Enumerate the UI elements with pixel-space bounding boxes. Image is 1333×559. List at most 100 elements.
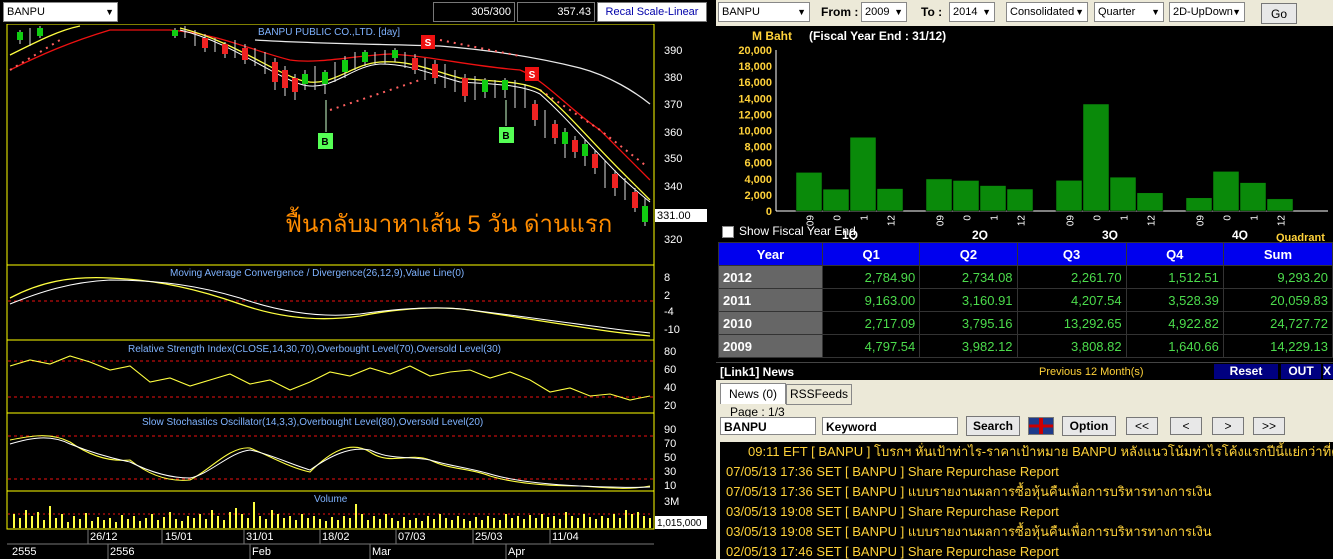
price-chart-title: BANPU PUBLIC CO.,LTD. [day] — [258, 27, 400, 38]
list-item[interactable]: 07/05/13 17:36 SET [ BANPU ] Share Repur… — [726, 462, 1333, 482]
list-item[interactable]: 03/05/13 19:08 SET [ BANPU ] Share Repur… — [726, 502, 1333, 522]
tab-rssfeeds[interactable]: RSSFeeds — [786, 384, 852, 405]
svg-text:Feb: Feb — [252, 546, 271, 558]
fundamental-panel: BANPU ▼ From : 2009 ▼ To : 2014 ▼ Consolida… — [716, 0, 1333, 559]
svg-text:360: 360 — [664, 127, 682, 139]
svg-text:11/04: 11/04 — [552, 531, 579, 543]
mode-select[interactable]: Consolidated ▼ — [1006, 2, 1088, 22]
fin-bar — [1212, 171, 1240, 212]
svg-text:80: 80 — [664, 346, 676, 358]
list-item[interactable]: 09:11 EFT [ BANPU ] โบรกฯ หั่นเป้าท่าไร-… — [726, 442, 1333, 462]
date-axis: 26/12 15/01 31/01 18/02 07/03 25/03 11/0… — [7, 529, 654, 559]
svg-text:2: 2 — [664, 290, 670, 302]
fin-bar-chart: 20,00018,00016,00014,00012,00010,0008,00… — [738, 45, 1328, 240]
buy-signal-2[interactable]: B — [499, 127, 514, 143]
buy-signal-1[interactable]: B — [318, 133, 333, 149]
fin-table: Year Q1 Q2 Q3 Q4 Sum 2012 2,784.90 2,734… — [718, 242, 1333, 358]
news-list: 09:11 EFT [ BANPU ] โบรกฯ หั่นเป้าท่าไร-… — [720, 442, 1333, 559]
fin-y-tick: 12,000 — [738, 109, 772, 121]
svg-text:18/02: 18/02 — [322, 531, 350, 543]
fin-bar — [1109, 176, 1137, 212]
search-button[interactable]: Search — [966, 416, 1020, 436]
svg-text:3M: 3M — [664, 496, 679, 508]
fin-x-tick: 12 — [1017, 215, 1028, 227]
fin-x-tick: 1 — [860, 215, 871, 221]
go-button[interactable]: Go — [1261, 3, 1297, 24]
tab-news[interactable]: News (0) — [720, 383, 786, 404]
ma-yellow-line — [9, 25, 651, 201]
macd-pane: Moving Average Convergence / Divergence(… — [8, 268, 680, 337]
fin-x-tick: 12 — [887, 215, 898, 227]
table-row: 2009 4,797.54 3,982.12 3,808.82 1,640.66… — [718, 334, 1333, 358]
candles — [17, 26, 648, 226]
svg-text:60: 60 — [664, 364, 676, 376]
to-label: To : — [921, 5, 943, 19]
chevron-down-icon: ▼ — [105, 7, 114, 17]
technical-chart-panel: BANPU ▼ 305/300 357.43 Recal Scale-Linea… — [0, 0, 712, 559]
fin-x-tick: 1 — [1120, 215, 1131, 221]
svg-text:1,015,000: 1,015,000 — [657, 518, 702, 529]
from-year-select[interactable]: 2009 ▼ — [861, 2, 907, 22]
chart-svg: S S B B BANPU PUBLIC CO.,LTD. [day] ฟื้น… — [6, 24, 707, 559]
rsi-title: Relative Strength Index(CLOSE,14,30,70),… — [128, 344, 501, 355]
sell-signal-2[interactable]: S — [525, 67, 539, 81]
fin-x-tick: 09 — [1066, 215, 1077, 227]
nav-first-button[interactable]: << — [1126, 417, 1158, 435]
fin-y-tick: 14,000 — [738, 93, 772, 105]
period-select[interactable]: Quarter ▼ — [1094, 2, 1164, 22]
left-toolbar: BANPU ▼ 305/300 357.43 Recal Scale-Linea… — [0, 0, 712, 24]
chart-type-select[interactable]: 2D-UpDown ▼ — [1169, 2, 1245, 22]
show-fiscal-label: Show Fiscal Year End — [739, 224, 856, 238]
chart-annotation: ฟื้นกลับมาหาเส้น 5 วัน ด่านแรก — [285, 206, 612, 238]
svg-text:90: 90 — [664, 424, 676, 436]
fin-group-label: 3Q — [1102, 228, 1118, 240]
nav-prev-button[interactable]: < — [1170, 417, 1202, 435]
option-button[interactable]: Option — [1062, 416, 1116, 436]
fin-bar — [952, 180, 980, 212]
fin-x-tick: 0 — [833, 215, 844, 221]
price-pane: S S B B BANPU PUBLIC CO.,LTD. [day] ฟื้น… — [9, 25, 707, 246]
symbol-select[interactable]: BANPU ▼ — [3, 2, 118, 22]
fin-symbol-select[interactable]: BANPU ▼ — [718, 2, 810, 22]
fin-y-tick: 10,000 — [738, 126, 772, 138]
chevron-down-icon: ▼ — [797, 7, 806, 17]
symbol-select-value: BANPU — [7, 6, 45, 18]
recal-scale-button[interactable]: Recal Scale-Linear — [597, 2, 707, 22]
list-item[interactable]: 02/05/13 17:46 SET [ BANPU ] Share Repur… — [726, 542, 1333, 559]
svg-text:07/03: 07/03 — [398, 531, 426, 543]
svg-text:S: S — [425, 38, 432, 49]
svg-text:340: 340 — [664, 181, 682, 193]
fin-y-tick: 20,000 — [738, 45, 772, 57]
fin-x-tick: 12 — [1147, 215, 1158, 227]
fin-x-tick: 09 — [1196, 215, 1207, 227]
show-fiscal-checkbox[interactable] — [722, 226, 734, 238]
table-row: 2011 9,163.00 3,160.91 4,207.54 3,528.39… — [718, 288, 1333, 312]
svg-text:30: 30 — [664, 466, 676, 478]
counter-box: 305/300 — [433, 2, 515, 22]
list-item[interactable]: 03/05/13 19:08 SET [ BANPU ] แบบรายงานผล… — [726, 522, 1333, 542]
list-item[interactable]: 07/05/13 17:36 SET [ BANPU ] แบบรายงานผล… — [726, 482, 1333, 502]
out-button[interactable]: OUT — [1281, 364, 1321, 379]
svg-text:320: 320 — [664, 234, 682, 246]
ma-red-line — [9, 29, 651, 181]
stoch-pane: Slow Stochastics Oscillator(14,3,3),Over… — [8, 417, 676, 492]
ma-long-line — [254, 39, 651, 105]
sell-signal-1[interactable]: S — [421, 35, 435, 49]
fin-bar — [979, 185, 1007, 212]
svg-text:-4: -4 — [664, 306, 674, 318]
fin-bar — [1006, 188, 1034, 212]
svg-text:25/03: 25/03 — [475, 531, 503, 543]
to-year-select[interactable]: 2014 ▼ — [949, 2, 995, 22]
from-label: From : — [821, 5, 859, 19]
nav-last-button[interactable]: >> — [1253, 417, 1285, 435]
english-flag-icon[interactable] — [1028, 417, 1054, 435]
svg-text:10: 10 — [664, 480, 676, 492]
news-symbol-input[interactable]: BANPU — [720, 417, 816, 435]
keyword-input[interactable]: Keyword — [822, 417, 958, 435]
fin-x-tick: 0 — [963, 215, 974, 221]
close-icon[interactable]: X — [1323, 364, 1333, 379]
reset-button[interactable]: Reset — [1214, 364, 1278, 379]
nav-next-button[interactable]: > — [1212, 417, 1244, 435]
svg-text:15/01: 15/01 — [165, 531, 193, 543]
fin-y-tick: 2,000 — [744, 190, 772, 202]
